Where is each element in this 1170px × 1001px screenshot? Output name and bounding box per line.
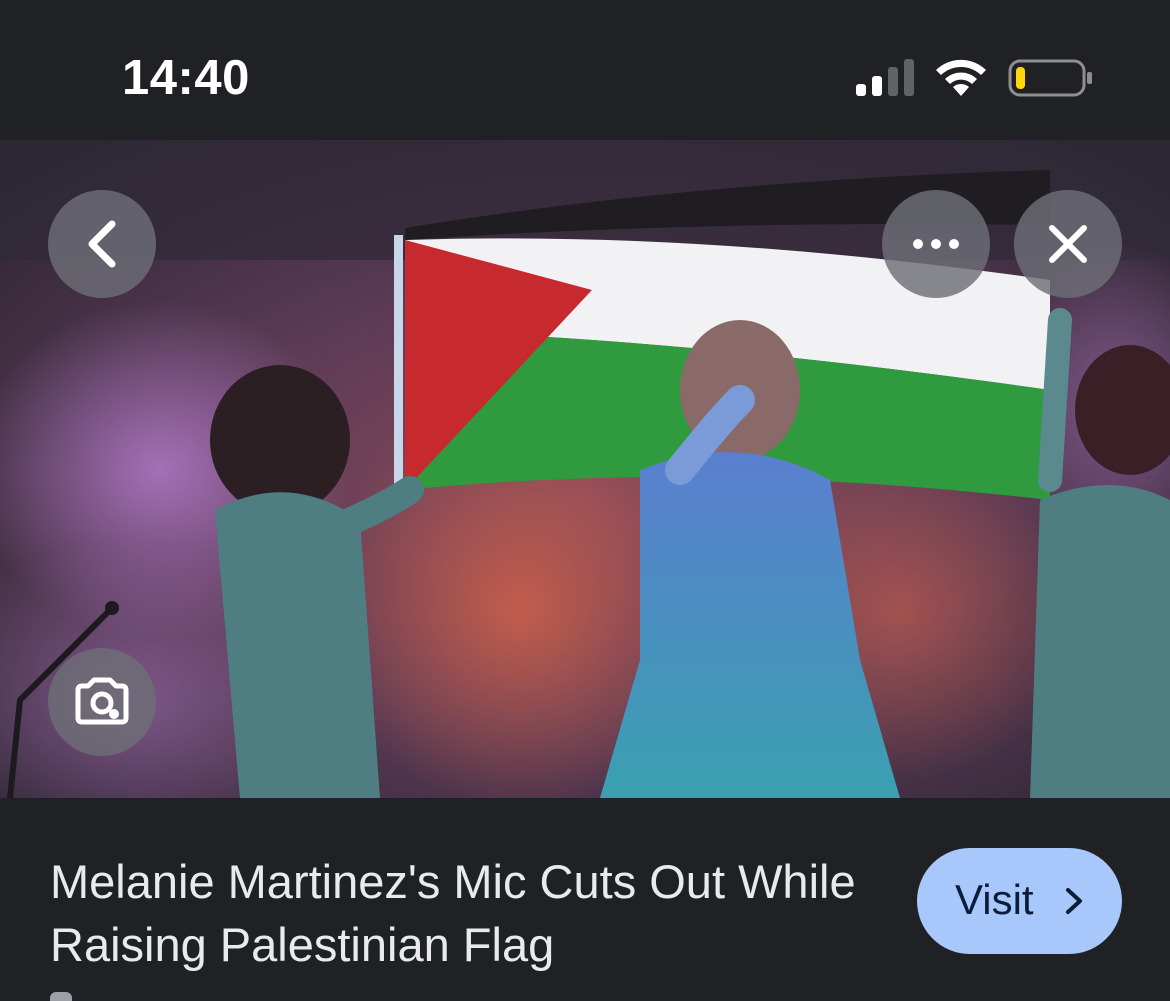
cellular-signal-icon [856, 59, 914, 96]
chevron-right-icon [1066, 888, 1082, 914]
image-preview[interactable] [0, 140, 1170, 798]
result-info-panel: Melanie Martinez's Mic Cuts Out While Ra… [0, 798, 1170, 1001]
close-icon [1049, 225, 1087, 263]
back-button[interactable] [48, 190, 156, 298]
concert-photo [0, 140, 1170, 798]
visit-label: Visit [955, 876, 1034, 923]
chevron-left-icon [88, 220, 116, 268]
google-lens-icon [75, 677, 129, 725]
status-time: 14:40 [122, 51, 250, 105]
source-favicon-partial [50, 992, 72, 1001]
close-button[interactable] [1014, 190, 1122, 298]
google-lens-button[interactable] [48, 648, 156, 756]
image-result-screen: 14:40 Melanie Martinez's Mic Cuts Out Wh… [0, 0, 1170, 1001]
wifi-icon [936, 59, 986, 96]
more-options-button[interactable] [882, 190, 990, 298]
visit-button[interactable]: Visit [917, 848, 1122, 954]
battery-low-icon [1008, 59, 1092, 97]
more-horizontal-icon [913, 239, 959, 249]
status-bar: 14:40 [0, 0, 1170, 140]
result-title[interactable]: Melanie Martinez's Mic Cuts Out While Ra… [50, 850, 880, 976]
